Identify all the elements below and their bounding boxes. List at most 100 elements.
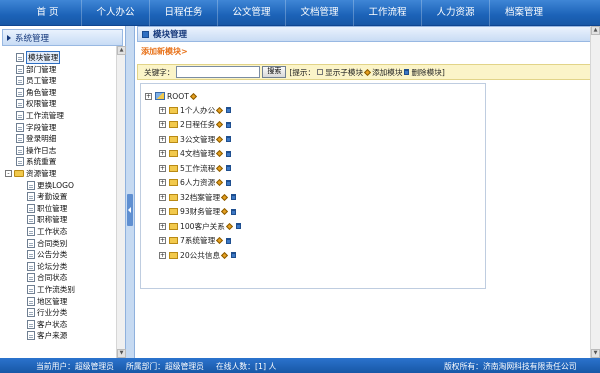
expand-box-icon [317,69,324,75]
sidebar-item[interactable]: 部门管理 [16,64,56,75]
module-label[interactable]: 6人力资源 [180,177,215,188]
keyword-input[interactable] [176,66,261,78]
add-module-icon[interactable] [216,178,224,187]
module-label[interactable]: 2日程任务 [180,119,215,130]
trash-icon[interactable] [231,252,237,258]
nav-file-management[interactable]: 文档管理 [286,0,354,26]
add-module-link[interactable]: 添加新模块> [141,46,188,57]
add-module-icon[interactable] [216,164,224,172]
nav-home[interactable]: 首 页 [14,0,82,26]
add-module-icon[interactable] [216,106,224,114]
module-label[interactable]: 100客户关系 [180,221,225,232]
module-label[interactable]: 32档案管理 [180,192,220,203]
module-label[interactable]: 3公文管理 [180,134,215,145]
sidebar-item[interactable]: 客户来源 [27,330,67,341]
copyright: 版权所有：济南淘网科技有限责任公司 [444,362,577,371]
tree-root-label[interactable]: ROOT [167,92,189,101]
nav-hr[interactable]: 人力资源 [422,0,490,26]
module-tree-row: +100客户关系 [159,220,243,232]
sidebar-item[interactable]: 系统重置 [16,156,56,167]
trash-icon[interactable] [226,150,232,157]
add-module-icon[interactable] [189,92,197,100]
trash-icon[interactable] [226,165,232,171]
trash-icon[interactable] [231,194,237,200]
module-label[interactable]: 7系统管理 [180,235,215,246]
sidebar-item[interactable]: 员工管理 [16,75,56,86]
expand-toggle-icon[interactable]: + [159,251,166,259]
add-module-icon[interactable] [221,193,229,201]
sidebar-item[interactable]: 模块管理 [16,51,61,64]
main-scrollbar[interactable]: ▲ ▼ [590,26,600,358]
add-module-icon[interactable] [216,149,224,158]
expand-toggle-icon[interactable]: + [145,92,152,100]
expand-toggle-icon[interactable]: + [159,106,166,114]
collapse-handle-icon[interactable] [127,194,133,226]
nav-archives[interactable]: 档案管理 [490,0,558,26]
add-module-icon[interactable] [216,236,224,245]
sidebar-item[interactable]: 字段管理 [16,122,56,133]
collapse-toggle-icon[interactable]: - [5,170,12,177]
add-module-icon[interactable] [221,251,229,259]
nav-schedule[interactable]: 日程任务 [150,0,218,26]
expand-toggle-icon[interactable]: + [159,208,166,215]
scroll-down-icon[interactable]: ▼ [591,349,600,358]
module-label[interactable]: 93财务管理 [180,206,220,217]
module-tree-row: +3公文管理 [159,133,233,145]
add-module-icon[interactable] [216,120,224,129]
module-label[interactable]: 4文档管理 [180,148,215,159]
module-label[interactable]: 5工作流程 [180,163,215,174]
sidebar-item[interactable]: 公告分类 [27,249,67,260]
add-module-icon[interactable] [216,135,224,143]
module-label[interactable]: 1个人办公 [180,105,215,116]
nav-workflow[interactable]: 工作流程 [354,0,422,26]
sidebar-item[interactable]: 客户状态 [27,319,67,330]
sidebar-item[interactable]: 权限管理 [16,98,56,109]
nav-documents-official[interactable]: 公文管理 [218,0,286,26]
sidebar-item[interactable]: 工作流管理 [16,110,64,121]
keyword-label: 关键字： [144,67,175,77]
trash-icon[interactable] [226,107,232,113]
sidebar-item[interactable]: - 资源管理 [5,168,56,179]
sidebar-item[interactable]: 合同类别 [27,238,67,249]
scroll-down-icon[interactable]: ▼ [117,349,126,358]
sidebar-item[interactable]: 登录明细 [16,133,56,144]
sidebar-item[interactable]: 职位管理 [27,203,67,214]
expand-toggle-icon[interactable]: + [159,193,166,201]
trash-icon[interactable] [226,179,232,186]
sidebar-item[interactable]: 工作状态 [27,226,67,237]
expand-toggle-icon[interactable]: + [159,237,166,244]
sidebar-item[interactable]: 考勤设置 [27,191,67,202]
add-module-icon[interactable] [225,222,233,230]
expand-toggle-icon[interactable]: + [159,150,166,157]
scroll-up-icon[interactable]: ▲ [117,46,126,55]
expand-toggle-icon[interactable]: + [159,222,166,230]
sidebar-item[interactable]: 工作流类别 [27,284,75,295]
sidebar-item[interactable]: 职称管理 [27,214,67,225]
sidebar-item[interactable]: 论坛分类 [27,261,67,272]
sidebar-scrollbar[interactable]: ▲ ▼ [116,46,126,358]
expand-toggle-icon[interactable]: + [159,135,166,143]
expand-toggle-icon[interactable]: + [159,164,166,172]
trash-icon[interactable] [231,208,237,215]
sidebar-item[interactable]: 操作日志 [16,145,56,156]
scroll-up-icon[interactable]: ▲ [591,26,600,35]
trash-icon[interactable] [226,121,232,128]
sidebar-item[interactable]: 更换LOGO [27,180,74,191]
sidebar-item[interactable]: 合同状态 [27,272,67,283]
sidebar-item[interactable]: 地区管理 [27,296,67,307]
sidebar-item[interactable]: 角色管理 [16,87,56,98]
sidebar-item-label: 客户状态 [37,319,68,329]
trash-icon[interactable] [226,136,232,142]
module-label[interactable]: 20公共信息 [180,250,220,261]
sidebar-header[interactable]: 系统管理 [2,29,123,46]
sidebar-item-label: 更换LOGO [37,180,74,190]
trash-icon[interactable] [235,223,241,229]
expand-toggle-icon[interactable]: + [159,121,166,128]
add-module-icon[interactable] [221,207,229,216]
expand-toggle-icon[interactable]: + [159,179,166,186]
trash-icon[interactable] [226,237,232,244]
nav-personal-office[interactable]: 个人办公 [82,0,150,26]
document-icon [16,122,24,132]
search-button[interactable]: 搜索 [262,66,287,78]
sidebar-item[interactable]: 行业分类 [27,307,67,318]
